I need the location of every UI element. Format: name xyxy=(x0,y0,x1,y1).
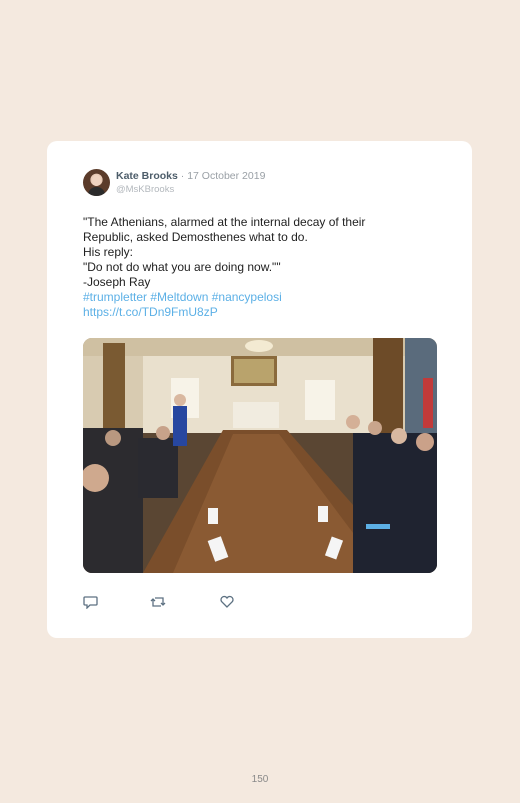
author-handle[interactable]: @MsKBrooks xyxy=(116,184,174,195)
tweet-date: · 17 October 2019 xyxy=(177,170,266,182)
tweet-line: His reply: xyxy=(83,245,134,259)
reply-icon[interactable] xyxy=(83,595,99,610)
tweet-line: Republic, asked Demosthenes what to do. xyxy=(83,230,308,244)
tweet-photo[interactable] xyxy=(83,338,437,573)
tweet-line: "Do not do what you are doing now."" xyxy=(83,260,281,274)
tweet-header: Kate Brooks · 17 October 2019 xyxy=(116,170,265,182)
retweet-icon[interactable] xyxy=(150,595,166,609)
tweet-line: -Joseph Ray xyxy=(83,275,151,289)
like-icon[interactable] xyxy=(219,595,235,609)
tweet-link[interactable]: https://t.co/TDn9FmU8zP xyxy=(83,305,443,320)
tweet-card: Kate Brooks · 17 October 2019 @MsKBrooks… xyxy=(47,141,472,638)
tweet-text: "The Athenians, alarmed at the internal … xyxy=(83,215,443,320)
hashtags[interactable]: #trumpletter #Meltdown #nancypelosi xyxy=(83,290,443,305)
author-name[interactable]: Kate Brooks xyxy=(116,170,178,182)
page-number: 150 xyxy=(251,774,269,785)
avatar[interactable] xyxy=(83,169,110,196)
tweet-line: "The Athenians, alarmed at the internal … xyxy=(83,215,366,229)
meeting-room-photo xyxy=(83,338,437,573)
